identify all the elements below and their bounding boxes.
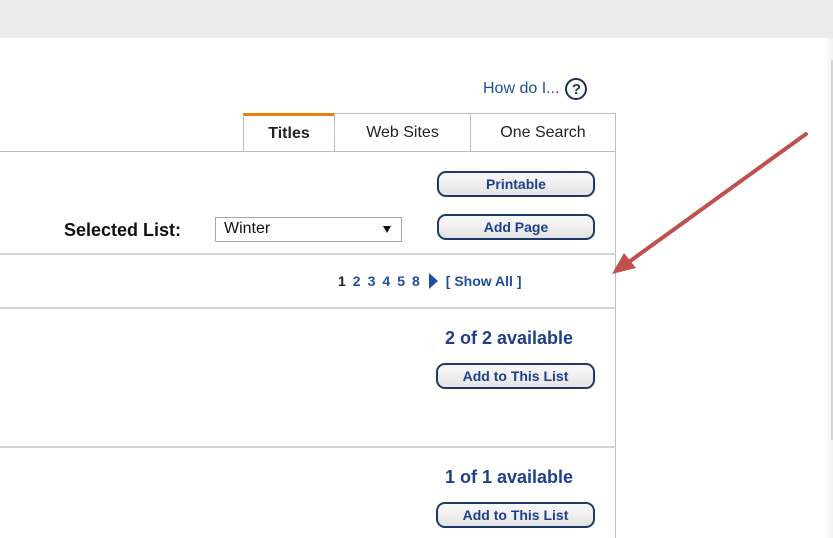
annotation-arrow-icon (612, 132, 808, 274)
